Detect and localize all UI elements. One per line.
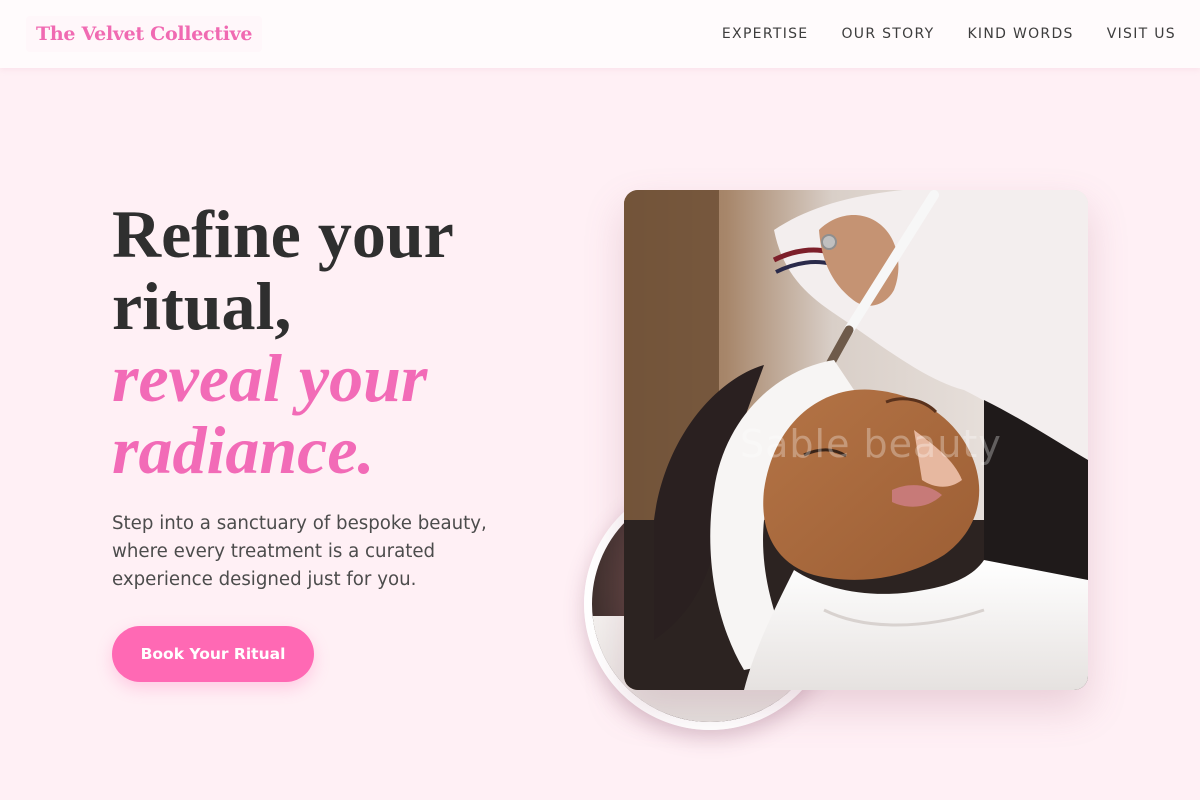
nav-link-our-story[interactable]: OUR STORY <box>841 24 934 44</box>
nav-link-kind-words[interactable]: KIND WORDS <box>967 24 1073 44</box>
headline-line-2: ritual, <box>112 268 292 344</box>
hero-main-image: Sable beauty <box>624 190 1088 690</box>
hero-headline: Refine your ritual, reveal your radiance… <box>112 198 592 486</box>
nav-link-visit-us[interactable]: VISIT US <box>1107 24 1176 44</box>
nav-link-expertise[interactable]: EXPERTISE <box>722 24 809 44</box>
headline-line-1: Refine your <box>112 196 454 272</box>
hero-subtitle: Step into a sanctuary of bespoke beauty,… <box>112 513 487 590</box>
nav-menu: EXPERTISE OUR STORY KIND WORDS VISIT US <box>689 24 1176 44</box>
book-ritual-button[interactable]: Book Your Ritual <box>112 626 314 682</box>
headline-accent-line-2: radiance. <box>112 412 375 488</box>
top-navigation: The Velvet Collective EXPERTISE OUR STOR… <box>0 0 1200 68</box>
image-watermark: Sable beauty <box>740 422 1002 466</box>
headline-accent-line-1: reveal your <box>112 340 428 416</box>
brand-logo[interactable]: The Velvet Collective <box>26 16 263 52</box>
